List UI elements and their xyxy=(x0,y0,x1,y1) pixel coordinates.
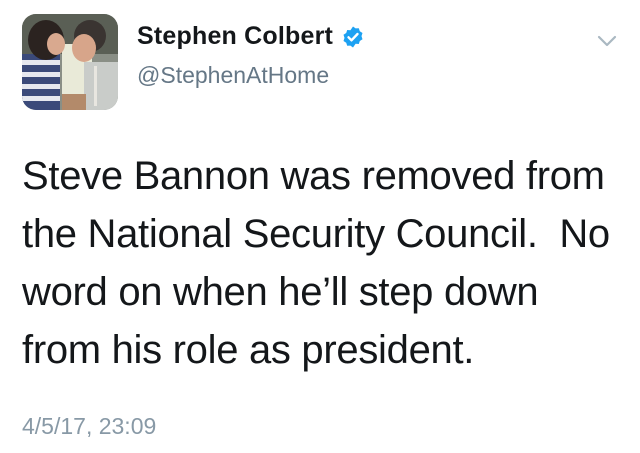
avatar[interactable] xyxy=(22,14,118,110)
tweet-text: Steve Bannon was removed from the Nation… xyxy=(22,154,610,372)
more-options-chevron-down-icon[interactable] xyxy=(594,28,620,54)
tweet-timestamp[interactable]: 4/5/17, 23:09 xyxy=(22,413,156,440)
chevron-down-icon xyxy=(597,35,617,47)
author-name-row[interactable]: Stephen Colbert xyxy=(137,22,365,51)
tweet-card: Stephen Colbert @StephenAtHome Steve Ban… xyxy=(0,0,640,453)
verified-badge-icon xyxy=(343,26,363,47)
profile-photo-icon xyxy=(22,14,118,110)
author-display-name[interactable]: Stephen Colbert xyxy=(137,22,333,51)
author-handle[interactable]: @StephenAtHome xyxy=(137,62,329,89)
